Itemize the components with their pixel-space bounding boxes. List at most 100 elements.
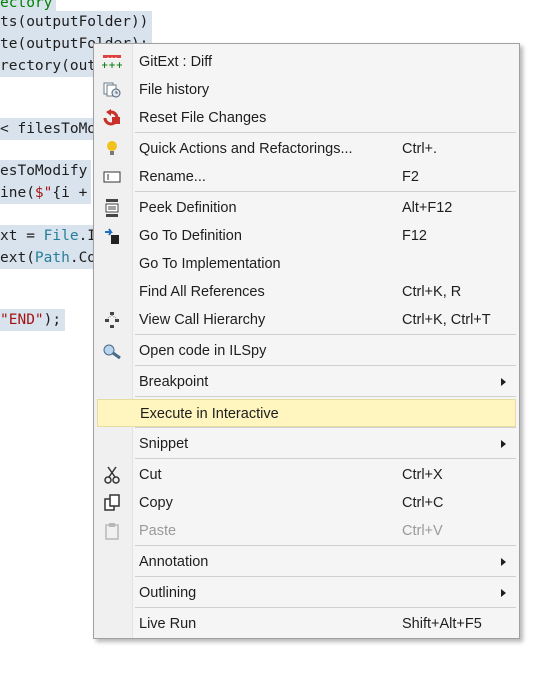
code-token: esToModify [0,163,88,179]
menu-item-shortcut: F12 [402,228,427,244]
svg-text:+++: +++ [102,61,122,70]
code-token: ts(outputFolder)) [0,14,149,30]
menu-item-label: Reset File Changes [139,110,267,126]
menu-item-peek-definition[interactable]: Peek Definition Alt+F12 [97,194,516,222]
menu-item-label: Cut [139,467,162,483]
code-token: $" [34,185,53,201]
menu-item-label: Execute in Interactive [140,406,279,422]
code-token: File [43,228,79,244]
menu-item-label: Paste [139,523,177,539]
submenu-arrow-icon [501,378,506,386]
menu-item-reset-file-changes[interactable]: Reset File Changes [97,104,516,132]
menu-separator [135,607,516,608]
code-line: xt = File.I [0,225,101,247]
menu-item-go-to-implementation[interactable]: Go To Implementation [97,250,516,278]
menu-item-label: Peek Definition [139,200,237,216]
menu-separator [135,545,516,546]
menu-item-quick-actions[interactable]: Quick Actions and Refactorings... Ctrl+. [97,135,516,163]
menu-item-live-run[interactable]: Live Run Shift+Alt+F5 [97,610,516,638]
menu-item-label: Annotation [139,554,209,570]
menu-separator [135,458,516,459]
menu-item-shortcut: Ctrl+K, Ctrl+T [402,312,491,328]
menu-separator [135,427,516,428]
menu-item-label: Live Run [139,616,197,632]
menu-item-shortcut: Ctrl+V [402,523,443,539]
call-hierarchy-icon [101,310,123,330]
menu-item-go-to-definition[interactable]: Go To Definition F12 [97,222,516,250]
code-token: rectory(out [0,58,97,74]
code-line: ine($"{i + [0,182,92,204]
code-line: "END"); [0,309,66,331]
code-token: xt = [0,228,44,244]
menu-item-label: Go To Implementation [139,256,281,272]
menu-item-shortcut: Alt+F12 [402,200,453,216]
menu-item-paste: Paste Ctrl+V [97,517,516,545]
menu-item-label: File history [139,82,210,98]
reset-icon [101,108,123,128]
code-token: {i + [52,185,88,201]
menu-item-shortcut: F2 [402,169,419,185]
menu-item-label: Go To Definition [139,228,242,244]
menu-item-cut[interactable]: Cut Ctrl+X [97,461,516,489]
code-token: ine( [0,185,35,201]
svg-text:- - -: - - - [107,54,117,61]
menu-item-label: View Call Hierarchy [139,312,266,328]
peek-definition-icon [101,198,123,218]
menu-separator [135,191,516,192]
code-token: < filesToMo [0,121,97,137]
menu-item-file-history[interactable]: File history [97,76,516,104]
menu-separator [135,334,516,335]
menu-item-view-call-hierarchy[interactable]: View Call Hierarchy Ctrl+K, Ctrl+T [97,306,516,334]
menu-item-label: Snippet [139,436,189,452]
go-to-definition-icon [101,226,123,246]
menu-separator [135,132,516,133]
menu-item-copy[interactable]: Copy Ctrl+C [97,489,516,517]
menu-item-gitext-diff[interactable]: +++ - - - GitExt : Diff [97,48,516,76]
code-line: rectory(out [0,55,101,77]
menu-item-shortcut: Shift+Alt+F5 [402,616,482,632]
submenu-arrow-icon [501,589,506,597]
menu-item-label: Find All References [139,284,265,300]
menu-separator [135,576,516,577]
context-menu: +++ - - - GitExt : Diff File history Reset F… [93,43,520,639]
menu-item-execute-in-interactive[interactable]: Execute in Interactive [97,399,516,427]
menu-item-label: GitExt : Diff [139,54,213,70]
menu-item-label: Rename... [139,169,206,185]
menu-item-label: Breakpoint [139,374,209,390]
ilspy-icon [101,341,123,361]
submenu-arrow-icon [501,440,506,448]
menu-item-label: Copy [139,495,173,511]
menu-item-outlining[interactable]: Outlining [97,579,516,607]
file-history-icon [101,80,123,100]
menu-item-annotation[interactable]: Annotation [97,548,516,576]
git-diff-icon: +++ - - - [101,52,123,72]
menu-item-shortcut: Ctrl+. [402,141,438,157]
paste-icon [101,521,123,541]
code-line: ts(outputFolder)) [0,11,153,33]
menu-item-snippet[interactable]: Snippet [97,430,516,458]
code-token: ext( [0,250,35,266]
menu-item-open-in-ilspy[interactable]: Open code in ILSpy [97,337,516,365]
menu-item-rename[interactable]: Rename... F2 [97,163,516,191]
menu-item-label: Outlining [139,585,197,601]
lightbulb-icon [101,139,123,159]
menu-item-shortcut: Ctrl+C [402,495,444,511]
menu-item-breakpoint[interactable]: Breakpoint [97,368,516,396]
menu-item-shortcut: Ctrl+X [402,467,443,483]
menu-item-label: Open code in ILSpy [139,343,267,359]
menu-separator [135,365,516,366]
code-line: ext(Path.Co [0,247,101,269]
scissors-icon [101,465,123,485]
code-token: ectory [0,0,53,11]
menu-item-shortcut: Ctrl+K, R [402,284,462,300]
code-token: ); [43,312,62,328]
copy-icon [101,493,123,513]
rename-icon [101,167,123,187]
menu-separator [135,396,516,397]
code-token: Path [34,250,70,266]
menu-item-label: Quick Actions and Refactorings... [139,141,353,157]
menu-item-find-all-references[interactable]: Find All References Ctrl+K, R [97,278,516,306]
submenu-arrow-icon [501,558,506,566]
code-line: < filesToMo [0,118,101,140]
code-token: "END" [0,312,44,328]
